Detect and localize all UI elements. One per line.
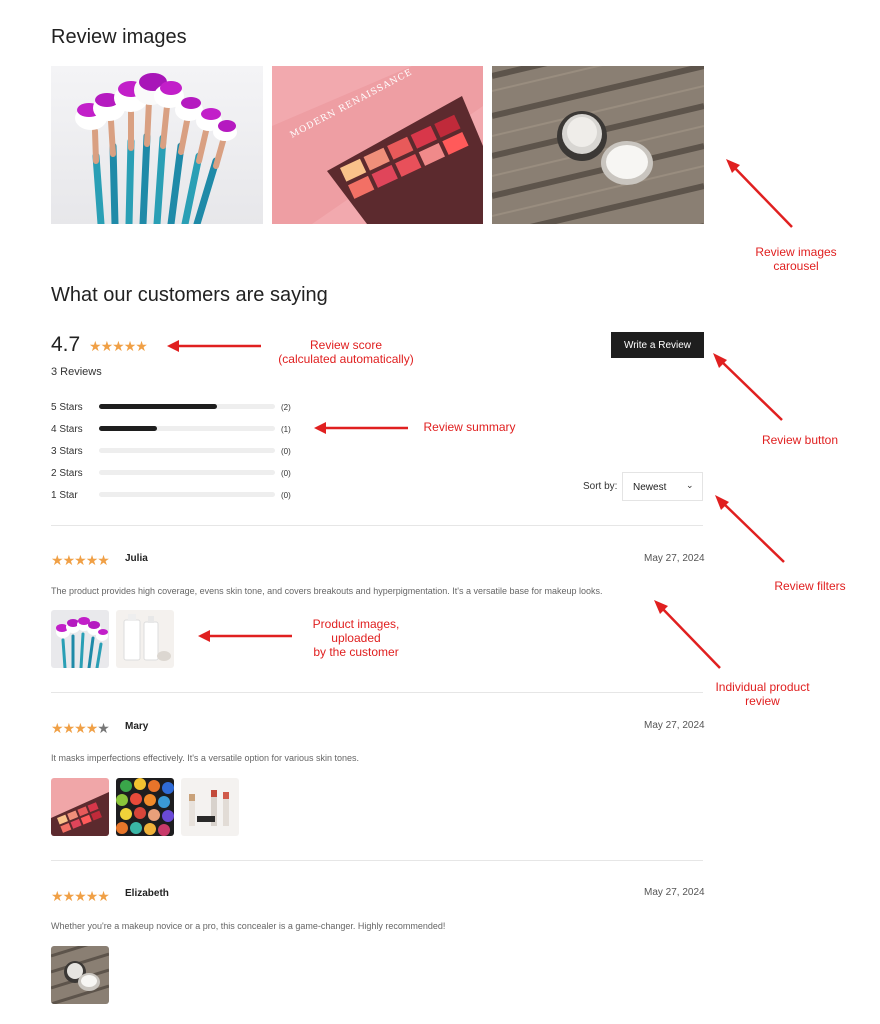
- review-date: May 27, 2024: [644, 553, 705, 564]
- review-image-cream-jar[interactable]: [492, 66, 704, 224]
- review-score: 4.7: [51, 333, 81, 356]
- rating-row-label-5: 5 Stars: [51, 402, 83, 413]
- annotation-arrow-review-button: [713, 353, 783, 421]
- divider: [51, 860, 703, 861]
- star-icon: ★: [97, 720, 110, 736]
- rating-bar-4: [99, 426, 275, 431]
- rating-row-count-3: (0): [281, 447, 291, 456]
- star-icon: ★: [85, 888, 99, 904]
- review-photo-pigments[interactable]: [116, 778, 174, 836]
- rating-row-count-2: (0): [281, 469, 291, 478]
- annotation-filters: Review filters: [774, 579, 846, 593]
- rating-row-label-2: 2 Stars: [51, 468, 83, 479]
- reviewer-name: Julia: [125, 553, 148, 564]
- reviewer-name: Elizabeth: [125, 888, 169, 899]
- star-icon: ★: [51, 888, 64, 904]
- annotation-carousel: Review images carousel: [755, 245, 837, 273]
- review-count: 3 Reviews: [51, 366, 102, 378]
- annotation-arrow-carousel: [726, 159, 793, 228]
- review-photo-palette[interactable]: [51, 778, 109, 836]
- star-icon: ★: [51, 720, 64, 736]
- review-date: May 27, 2024: [644, 720, 705, 731]
- chevron-down-icon: ⌄: [686, 480, 694, 490]
- sort-value: Newest: [633, 482, 667, 493]
- review-stars: ★★★★★: [51, 888, 110, 906]
- star-icon: ★: [89, 338, 102, 354]
- review-stars: ★★★★★: [51, 552, 110, 570]
- annotation-arrow-summary: [314, 422, 408, 434]
- review-photo-lipsticks[interactable]: [181, 778, 239, 836]
- review-image-brushes[interactable]: [51, 66, 263, 224]
- star-icon: ★: [85, 552, 99, 568]
- rating-bar-fill-5: [99, 404, 217, 409]
- star-icon: ★: [135, 338, 148, 354]
- rating-bar-5: [99, 404, 275, 409]
- sort-select[interactable]: Newest ⌄: [622, 472, 703, 501]
- rating-bar-fill-4: [99, 426, 158, 431]
- customers-title: What our customers are saying: [51, 284, 328, 306]
- annotation-individual: Individual product review: [715, 680, 810, 708]
- rating-row-count-5: (2): [281, 403, 291, 412]
- reviewer-name: Mary: [125, 721, 149, 732]
- annotation-summary: Review summary: [423, 420, 516, 434]
- review-text: It masks imperfections effectively. It's…: [51, 753, 360, 763]
- star-icon: ★: [123, 338, 137, 354]
- review-images-title: Review images: [51, 26, 187, 48]
- divider: [51, 692, 703, 693]
- review-photo-bottles[interactable]: [116, 610, 174, 668]
- star-icon: ★: [112, 338, 125, 354]
- annotation-score: Review score (calculated automatically): [278, 338, 414, 366]
- write-review-button[interactable]: Write a Review: [611, 332, 704, 358]
- star-icon: ★: [62, 552, 76, 568]
- annotation-product-images: Product images, uploaded by the customer: [312, 617, 400, 659]
- rating-row-count-1: (0): [281, 491, 291, 500]
- star-icon: ★: [51, 552, 64, 568]
- star-icon: ★: [74, 720, 87, 736]
- annotation-arrow-filters: [715, 495, 785, 563]
- annotation-review-button: Review button: [761, 433, 839, 447]
- divider: [51, 525, 703, 526]
- rating-row-label-4: 4 Stars: [51, 424, 83, 435]
- star-icon: ★: [97, 888, 110, 904]
- review-photo-brushes[interactable]: [51, 610, 109, 668]
- star-icon: ★: [74, 552, 87, 568]
- review-date: May 27, 2024: [644, 887, 705, 898]
- review-image-palette[interactable]: MODERN RENAISSANCE: [272, 66, 483, 224]
- annotation-arrow-score: [167, 340, 261, 352]
- rating-bar-1: [99, 492, 275, 497]
- star-icon: ★: [100, 338, 114, 354]
- annotation-arrow-individual: [654, 600, 721, 669]
- rating-row-label-1: 1 Star: [51, 490, 78, 501]
- rating-row-label-3: 3 Stars: [51, 446, 83, 457]
- sort-label: Sort by:: [583, 481, 618, 492]
- star-icon: ★: [85, 720, 99, 736]
- review-photo-cream-jar[interactable]: [51, 946, 109, 1004]
- star-icon: ★: [62, 720, 76, 736]
- review-stars: ★★★★★: [51, 720, 110, 738]
- star-icon: ★: [62, 888, 76, 904]
- rating-bar-2: [99, 470, 275, 475]
- star-icon: ★: [74, 888, 87, 904]
- review-text: Whether you're a makeup novice or a pro,…: [51, 921, 446, 931]
- annotation-arrow-product-images: [198, 630, 292, 642]
- rating-bar-3: [99, 448, 275, 453]
- rating-row-count-4: (1): [281, 425, 291, 434]
- star-icon: ★: [97, 552, 110, 568]
- review-text: The product provides high coverage, even…: [51, 586, 603, 596]
- score-stars: ★★★★★: [89, 338, 148, 356]
